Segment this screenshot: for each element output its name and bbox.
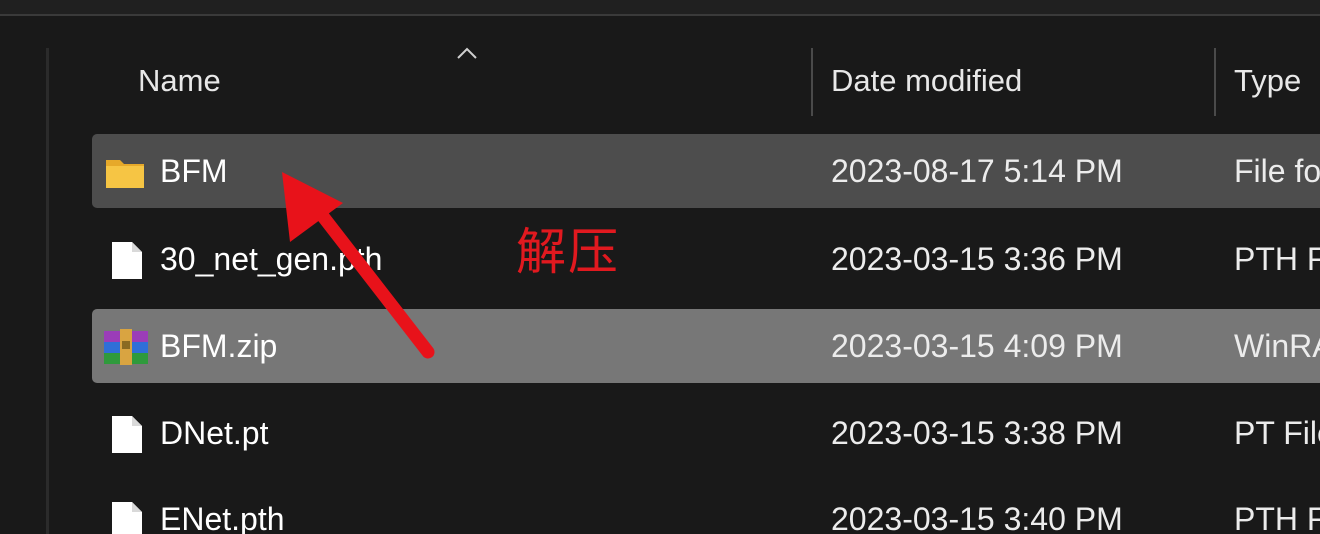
file-type: File fo [1234,153,1320,189]
file-row-enet[interactable]: ENet.pth 2023-03-15 3:40 PM PTH F [92,482,1320,534]
file-row-bfm-zip[interactable]: BFM.zip 2023-03-15 4:09 PM WinRA [92,309,1320,383]
column-header-bar: Name Date modified Type [92,44,1320,124]
file-date-modified: 2023-08-17 5:14 PM [831,153,1123,189]
annotation-label: 解压 [516,223,620,281]
file-type: PT File [1234,415,1320,451]
file-name: 30_net_gen.pth [160,241,383,277]
file-row-30-net-gen[interactable]: 30_net_gen.pth 2023-03-15 3:36 PM PTH F [92,222,1320,296]
file-name: DNet.pt [160,415,269,451]
file-date-modified: 2023-03-15 3:40 PM [831,501,1123,534]
document-icon [112,502,142,534]
navigation-pane-divider[interactable] [46,48,49,534]
sort-ascending-icon [457,47,477,59]
column-resize-handle-date[interactable] [811,48,813,116]
file-name: BFM [160,153,228,189]
file-name: ENet.pth [160,501,285,534]
winrar-archive-icon [104,329,148,365]
file-row-bfm[interactable]: BFM 2023-08-17 5:14 PM File fo [92,134,1320,208]
file-date-modified: 2023-03-15 3:36 PM [831,241,1123,277]
column-header-type[interactable]: Type [1234,63,1301,99]
toolbar-strip [0,0,1320,16]
file-type: PTH F [1234,501,1320,534]
column-header-date-modified[interactable]: Date modified [831,63,1022,99]
file-explorer-window: Name Date modified Type BFM 2023-08-17 5… [0,0,1320,534]
document-icon [112,416,142,453]
folder-icon [106,160,144,188]
document-icon [112,242,142,279]
file-type: PTH F [1234,241,1320,277]
file-date-modified: 2023-03-15 3:38 PM [831,415,1123,451]
column-header-name[interactable]: Name [138,63,221,99]
file-row-dnet[interactable]: DNet.pt 2023-03-15 3:38 PM PT File [92,396,1320,470]
column-resize-handle-type[interactable] [1214,48,1216,116]
file-name: BFM.zip [160,328,278,364]
file-date-modified: 2023-03-15 4:09 PM [831,328,1123,364]
file-type: WinRA [1234,328,1320,364]
